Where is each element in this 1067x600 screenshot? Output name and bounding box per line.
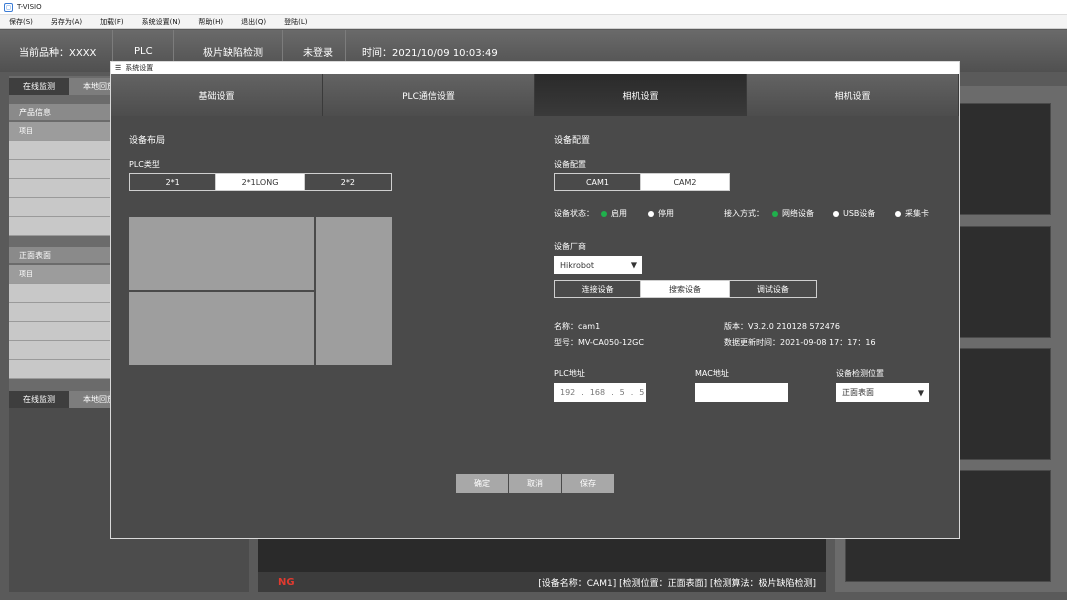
device-name: 名称：cam1: [554, 322, 601, 331]
vendor-label: 设备厂商: [554, 242, 586, 251]
dialog-titlebar: ☰ 系统设置: [111, 62, 959, 74]
access-usb-radio[interactable]: USB设备: [833, 208, 875, 219]
device-action-group: 连接设备 搜索设备 调试设备: [554, 280, 817, 298]
menu-login[interactable]: 登陆(L): [284, 17, 307, 27]
window-titlebar: ◻ T-VISIO: [0, 0, 1067, 15]
access-capture-radio[interactable]: 采集卡: [895, 208, 929, 219]
plc-address-input[interactable]: 192. 168. 5. 5: [554, 383, 646, 402]
dialog-tabs: 基础设置 PLC通信设置 相机设置 相机设置: [111, 74, 959, 116]
status-disabled-label: 停用: [658, 209, 674, 218]
tab-online-monitor[interactable]: 在线监测: [9, 78, 69, 95]
config-sub-label: 设备配置: [554, 160, 586, 169]
radio-selected-icon: [601, 210, 607, 217]
tab-basic-settings[interactable]: 基础设置: [111, 74, 323, 116]
status-enabled-label: 启用: [611, 209, 627, 218]
tab-online-monitor-2[interactable]: 在线监测: [9, 391, 69, 408]
camera-slot: [959, 103, 1051, 215]
layout-heading: 设备布局: [129, 136, 166, 146]
plc-type-selector: 2*1 2*1LONG 2*2: [129, 173, 392, 191]
menu-system-settings[interactable]: 系统设置(N): [142, 17, 181, 27]
vendor-select[interactable]: Hikrobot ▼: [554, 256, 642, 274]
layout-cell[interactable]: [316, 217, 392, 365]
detection-position-value: 正面表面: [842, 388, 874, 397]
tab-plc-communication[interactable]: PLC通信设置: [323, 74, 535, 116]
menu-bar: 保存(S) 另存为(A) 加载(F) 系统设置(N) 帮助(H) 退出(Q) 登…: [0, 15, 1067, 29]
tab-camera-settings-2[interactable]: 相机设置: [747, 74, 959, 116]
camera-slot: [959, 348, 1051, 460]
device-info-text: [设备名称：CAM1] [检测位置：正面表面] [检测算法：极片缺陷检测]: [538, 578, 816, 589]
menu-exit[interactable]: 退出(Q): [241, 17, 266, 27]
plc-type-2x1long[interactable]: 2*1LONG: [216, 174, 305, 190]
cam2-option[interactable]: CAM2: [641, 174, 729, 190]
access-network-label: 网络设备: [782, 209, 814, 218]
radio-selected-icon: [772, 210, 778, 217]
settings-icon: ☰: [115, 64, 122, 72]
ok-button[interactable]: 确定: [456, 474, 508, 493]
status-disabled-radio[interactable]: 停用: [648, 208, 674, 219]
data-update-time: 数据更新时间：2021-09-08 17：17：16: [724, 338, 876, 347]
plc-type-label: PLC类型: [129, 160, 160, 169]
dropdown-arrow-icon: ▼: [630, 260, 637, 270]
access-network-radio[interactable]: 网络设备: [772, 208, 814, 219]
radio-unselected-icon: [895, 210, 901, 217]
ip-octet: 192: [560, 388, 576, 397]
mac-address-input[interactable]: [695, 383, 788, 402]
device-version: 版本：V3.2.0 210128 572476: [724, 322, 840, 331]
tab-camera-settings[interactable]: 相机设置: [535, 74, 747, 116]
camera-slot: [959, 226, 1051, 338]
detection-position-select[interactable]: 正面表面 ▼: [836, 383, 929, 402]
layout-cell[interactable]: [129, 292, 314, 365]
save-button[interactable]: 保存: [562, 474, 614, 493]
camera-selector: CAM1 CAM2: [554, 173, 730, 191]
cancel-button[interactable]: 取消: [509, 474, 561, 493]
cam1-option[interactable]: CAM1: [555, 174, 642, 190]
current-product: 当前品种：XXXX: [19, 47, 97, 59]
access-usb-label: USB设备: [843, 209, 876, 218]
detection-position-label: 设备检测位置: [836, 369, 884, 378]
access-capture-label: 采集卡: [905, 209, 929, 218]
access-method-label: 接入方式：: [724, 209, 764, 218]
ip-octet: 5: [619, 388, 625, 397]
menu-load[interactable]: 加载(F): [100, 17, 124, 27]
mac-address-label: MAC地址: [695, 369, 729, 378]
plc-type-2x1[interactable]: 2*1: [130, 174, 217, 190]
connect-device-button[interactable]: 连接设备: [555, 281, 642, 297]
plc-address-label: PLC地址: [554, 369, 585, 378]
status-enabled-radio[interactable]: 启用: [601, 208, 627, 219]
ng-indicator: NG: [278, 576, 295, 588]
ip-octet: 5: [639, 388, 645, 397]
system-settings-dialog: ☰ 系统设置 基础设置 PLC通信设置 相机设置 相机设置 设备布局 PLC类型…: [110, 61, 960, 539]
radio-unselected-icon: [648, 210, 654, 217]
radio-unselected-icon: [833, 210, 839, 217]
window-title: T-VISIO: [17, 3, 42, 11]
debug-device-button[interactable]: 调试设备: [730, 281, 816, 297]
dialog-title: 系统设置: [125, 64, 154, 72]
config-heading: 设备配置: [554, 136, 591, 146]
image-view-bottom: [258, 537, 826, 572]
ip-octet: 168: [589, 388, 606, 397]
plc-type-2x2[interactable]: 2*2: [305, 174, 391, 190]
menu-help[interactable]: 帮助(H): [198, 17, 223, 27]
dropdown-arrow-icon: ▼: [917, 388, 924, 397]
menu-save-as[interactable]: 另存为(A): [51, 17, 82, 27]
device-status-label: 设备状态：: [554, 209, 594, 218]
status-strip: NG [设备名称：CAM1] [检测位置：正面表面] [检测算法：极片缺陷检测]: [258, 572, 826, 592]
search-device-button[interactable]: 搜索设备: [641, 281, 730, 297]
device-model: 型号：MV-CA050-12GC: [554, 338, 644, 347]
menu-save[interactable]: 保存(S): [9, 17, 33, 27]
vendor-value: Hikrobot: [560, 260, 594, 270]
app-icon: ◻: [4, 2, 13, 12]
layout-cell[interactable]: [129, 217, 314, 290]
